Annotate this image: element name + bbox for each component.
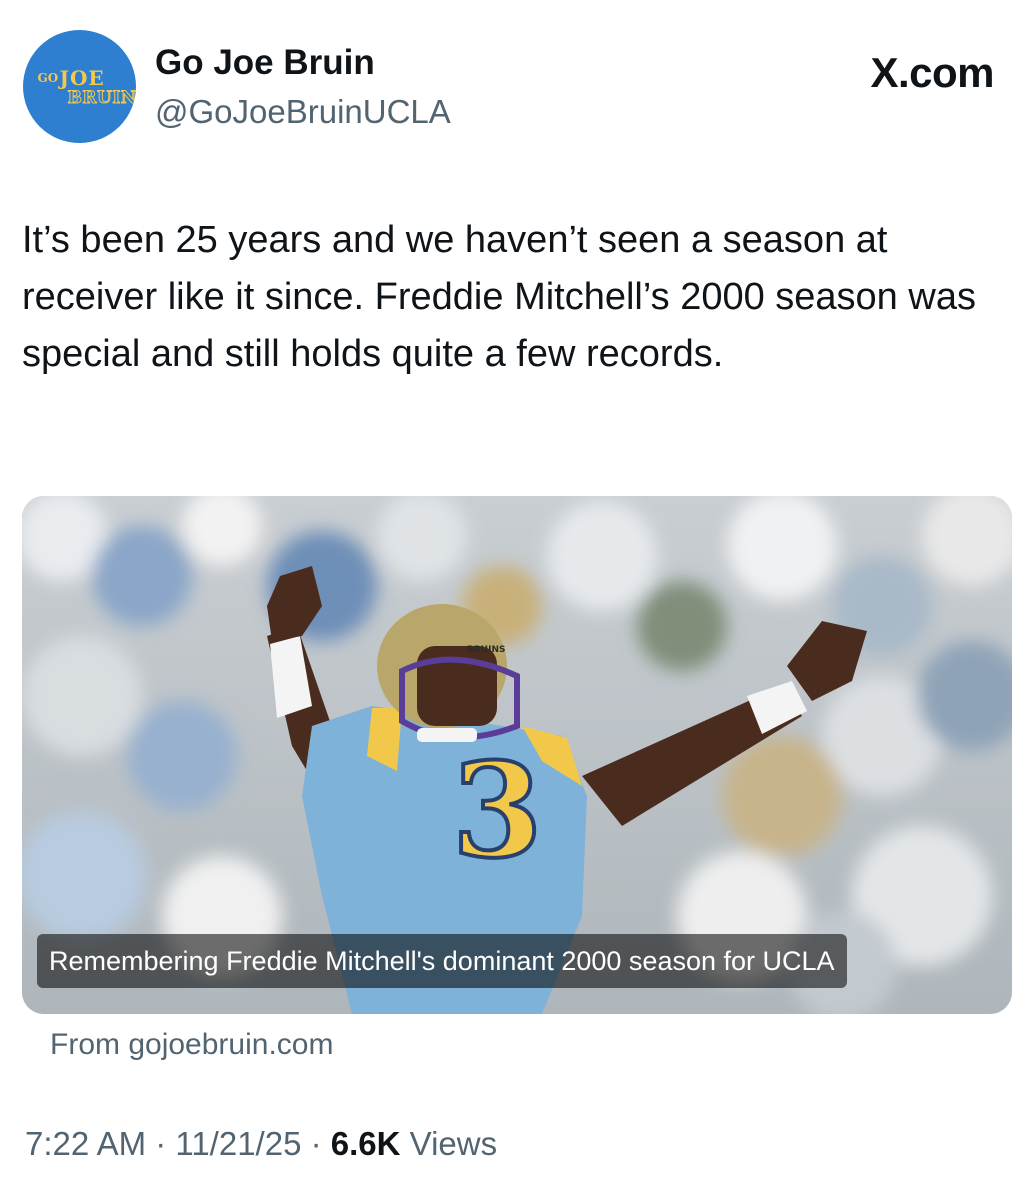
tweet-date: 11/21/25 <box>175 1125 302 1162</box>
meta-separator: · <box>155 1125 167 1162</box>
author-handle[interactable]: @GoJoeBruinUCLA <box>155 93 451 131</box>
tweet-time: 7:22 AM <box>25 1125 147 1162</box>
logo-bruin-text: BRUIN <box>67 87 136 108</box>
views-label: Views <box>409 1125 498 1162</box>
jersey-number: 3 <box>452 734 542 887</box>
meta-separator: · <box>310 1125 322 1162</box>
helmet-text: BRUINS <box>467 645 505 655</box>
link-card-caption: Remembering Freddie Mitchell's dominant … <box>37 934 847 988</box>
tweet-meta: 7:22 AM · 11/21/25 · 6.6K Views <box>25 1125 497 1163</box>
source-label: X.com <box>870 49 994 96</box>
logo-go-text: GO <box>37 70 59 85</box>
logo-joe-text: JOE <box>59 65 105 90</box>
go-joe-bruin-logo-icon: GO JOE BRUIN <box>30 57 137 117</box>
views-count: 6.6K <box>330 1125 401 1162</box>
link-card-image[interactable]: BRUINS 3 Remembering Freddie Mitchell's … <box>22 496 1012 1014</box>
tweet-text: It’s been 25 years and we haven’t seen a… <box>22 219 976 375</box>
avatar[interactable]: GO JOE BRUIN <box>23 30 136 143</box>
link-source[interactable]: From gojoebruin.com <box>50 1028 333 1062</box>
author-display-name[interactable]: Go Joe Bruin <box>155 43 375 83</box>
